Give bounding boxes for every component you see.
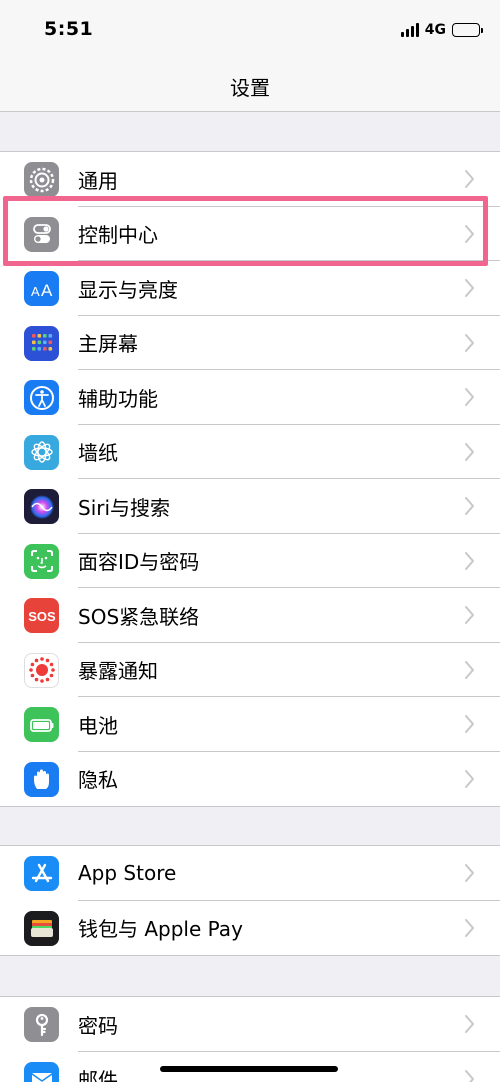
settings-row-label: 邮件 bbox=[78, 1068, 118, 1082]
chevron-right-icon bbox=[464, 659, 476, 681]
settings-row-label: 辅助功能 bbox=[78, 386, 158, 411]
settings-row-label: SOS紧急联络 bbox=[78, 604, 200, 629]
settings-row-label: 显示与亮度 bbox=[78, 277, 178, 302]
wallet-icon bbox=[24, 910, 59, 946]
chevron-right-icon bbox=[464, 1068, 476, 1082]
app-store-icon bbox=[24, 856, 59, 891]
settings-row-key[interactable]: 密码 bbox=[0, 997, 500, 1052]
settings-row-label: 电池 bbox=[78, 713, 118, 738]
home-grid-icon bbox=[24, 325, 59, 361]
chevron-right-icon bbox=[464, 713, 476, 735]
svg-text:A: A bbox=[41, 281, 53, 300]
status-indicators: 4G bbox=[400, 22, 483, 38]
signal-icon bbox=[400, 23, 419, 37]
settings-row-toggles[interactable]: 控制中心 bbox=[0, 207, 500, 261]
status-bar: 5:51 4G bbox=[0, 0, 500, 60]
mail-icon bbox=[24, 1061, 59, 1082]
page-title: 设置 bbox=[230, 76, 270, 100]
svg-text:A: A bbox=[31, 284, 40, 299]
status-time: 5:51 bbox=[44, 18, 94, 40]
chevron-right-icon bbox=[464, 223, 476, 245]
settings-row-label: 面容ID与密码 bbox=[78, 550, 200, 575]
settings-row-label: Siri与搜索 bbox=[78, 495, 171, 520]
settings-group-store: App Store 钱包与 Apple Pay bbox=[0, 845, 500, 956]
settings-row-sos[interactable]: SOS SOS紧急联络 bbox=[0, 588, 500, 643]
settings-row-accessibility[interactable]: 辅助功能 bbox=[0, 370, 500, 425]
svg-text:SOS: SOS bbox=[28, 609, 56, 624]
network-type: 4G bbox=[424, 22, 446, 38]
chevron-right-icon bbox=[464, 441, 476, 463]
battery-status-icon bbox=[452, 23, 483, 37]
chevron-right-icon bbox=[464, 768, 476, 790]
chevron-right-icon bbox=[464, 386, 476, 408]
home-indicator bbox=[160, 1066, 338, 1072]
settings-row-label: 墙纸 bbox=[78, 441, 118, 466]
gear-icon bbox=[24, 162, 59, 197]
settings-row-hand[interactable]: 隐私 bbox=[0, 752, 500, 807]
exposure-icon bbox=[24, 652, 59, 688]
sos-icon: SOS bbox=[24, 598, 59, 633]
chevron-right-icon bbox=[464, 168, 476, 190]
settings-row-siri[interactable]: Siri与搜索 bbox=[0, 479, 500, 534]
chevron-right-icon bbox=[464, 332, 476, 354]
settings-row-gear[interactable]: 通用 bbox=[0, 152, 500, 207]
settings-row-battery[interactable]: 电池 bbox=[0, 697, 500, 752]
chevron-right-icon bbox=[464, 862, 476, 884]
siri-icon bbox=[24, 489, 59, 524]
settings-row-label: 通用 bbox=[78, 168, 118, 193]
hand-icon bbox=[24, 761, 59, 797]
settings-row-text-size[interactable]: A A 显示与亮度 bbox=[0, 261, 500, 316]
settings-row-home-grid[interactable]: 主屏幕 bbox=[0, 316, 500, 370]
chevron-right-icon bbox=[464, 550, 476, 572]
settings-row-label: App Store bbox=[78, 861, 177, 886]
chevron-right-icon bbox=[464, 604, 476, 626]
chevron-right-icon bbox=[464, 277, 476, 299]
navigation-bar: 设置 bbox=[0, 60, 500, 112]
settings-row-wallet[interactable]: 钱包与 Apple Pay bbox=[0, 901, 500, 956]
chevron-right-icon bbox=[464, 1013, 476, 1035]
settings-row-exposure[interactable]: 暴露通知 bbox=[0, 643, 500, 697]
settings-row-app-store[interactable]: App Store bbox=[0, 846, 500, 901]
settings-row-label: 控制中心 bbox=[78, 223, 158, 248]
face-id-icon bbox=[24, 543, 59, 579]
battery-icon bbox=[24, 707, 59, 742]
accessibility-icon bbox=[24, 380, 59, 415]
toggles-icon bbox=[24, 216, 59, 252]
settings-row-flower[interactable]: 墙纸 bbox=[0, 425, 500, 479]
flower-icon bbox=[24, 434, 59, 470]
settings-row-label: 暴露通知 bbox=[78, 659, 158, 684]
settings-group-general: 通用 控制中心 A A 显示与亮度 主屏幕 辅助功能 墙纸 Siri与搜索 面容ID与密码 SOS S… bbox=[0, 151, 500, 807]
settings-row-label: 密码 bbox=[78, 1013, 118, 1038]
text-size-icon: AA bbox=[24, 271, 59, 306]
settings-row-label: 主屏幕 bbox=[78, 332, 138, 357]
chevron-right-icon bbox=[464, 495, 476, 517]
settings-row-label: 钱包与 Apple Pay bbox=[78, 917, 243, 942]
chevron-right-icon bbox=[464, 917, 476, 939]
key-icon bbox=[24, 1007, 59, 1042]
settings-row-face-id[interactable]: 面容ID与密码 bbox=[0, 534, 500, 588]
settings-row-label: 隐私 bbox=[78, 768, 118, 793]
